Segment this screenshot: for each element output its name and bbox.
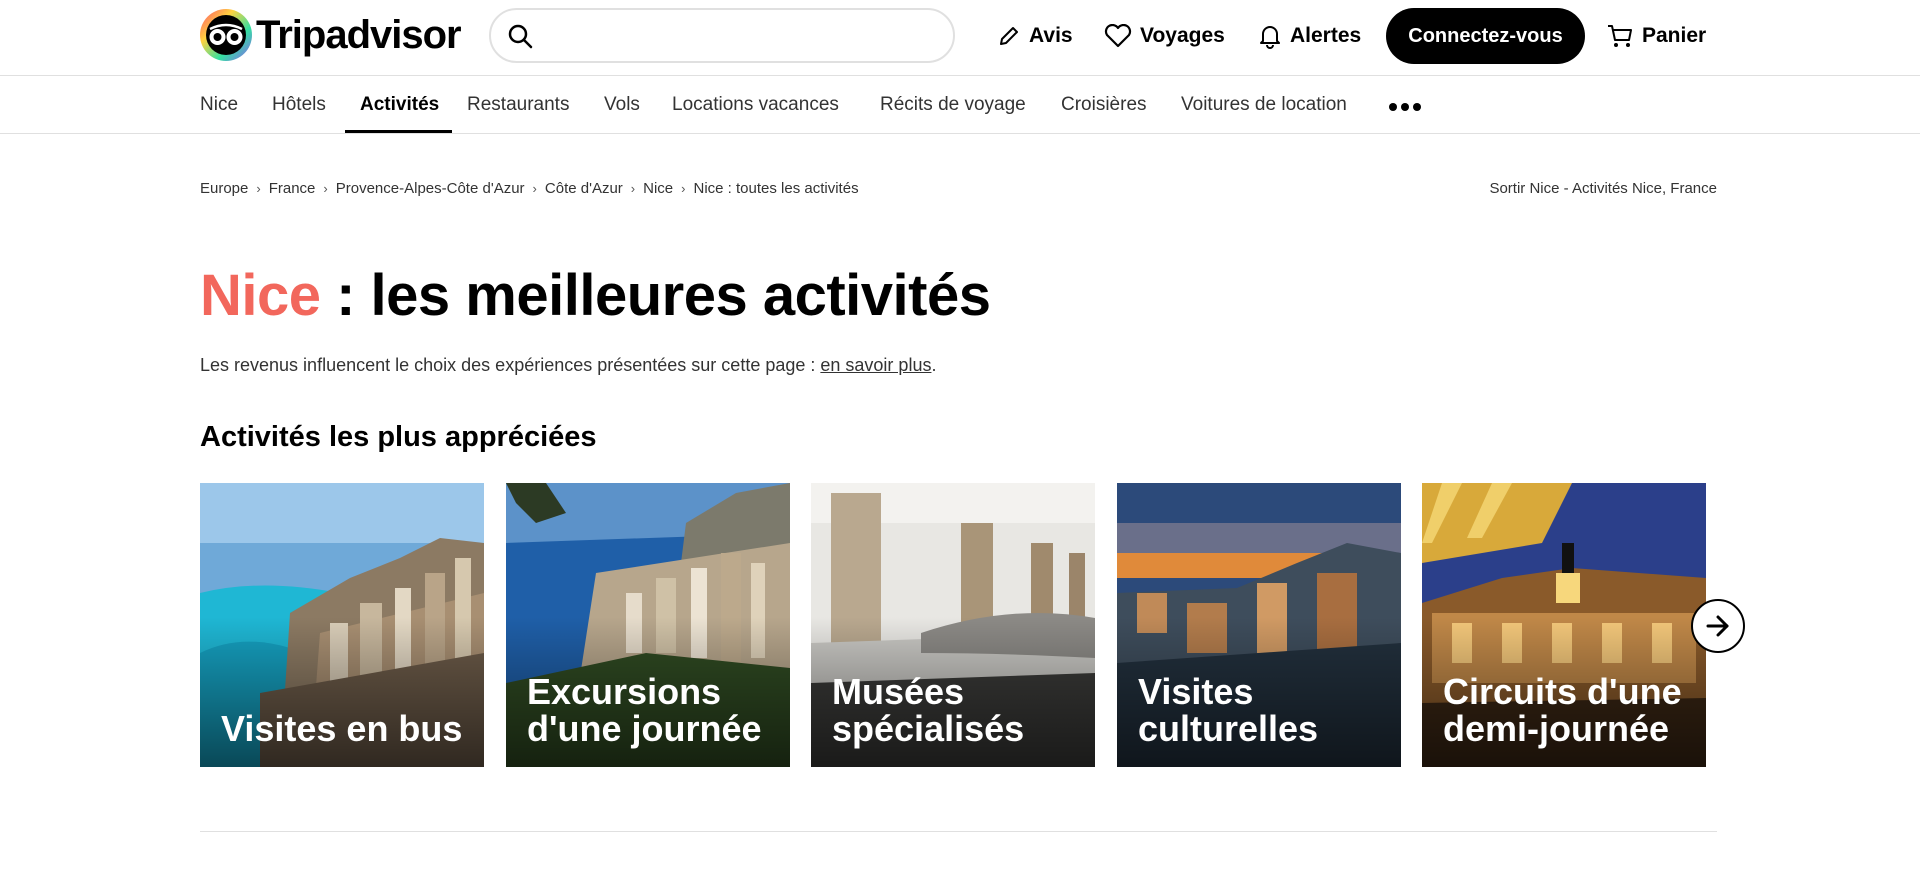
- tab-recits-de-voyage[interactable]: Récits de voyage: [880, 77, 1026, 133]
- nav-voyages[interactable]: Voyages: [1104, 0, 1225, 72]
- nav-alertes[interactable]: Alertes: [1258, 0, 1361, 72]
- nav-avis[interactable]: Avis: [997, 0, 1073, 72]
- chevron-right-icon: ›: [630, 181, 636, 196]
- tab-locations-vacances[interactable]: Locations vacances: [672, 77, 839, 133]
- tab-croisieres[interactable]: Croisières: [1061, 77, 1147, 133]
- more-icon[interactable]: [1389, 103, 1421, 111]
- tripadvisor-logo-icon: [200, 9, 252, 61]
- revenue-disclaimer: Les revenus influencent le choix des exp…: [200, 355, 936, 376]
- breadcrumb: Europe › France › Provence-Alpes-Côte d'…: [200, 180, 859, 197]
- search-icon: [508, 24, 533, 48]
- disclaimer-text: Les revenus influencent le choix des exp…: [200, 355, 821, 375]
- page-title-city: Nice: [200, 263, 321, 328]
- section-divider: [200, 831, 1717, 832]
- tab-nice[interactable]: Nice: [200, 77, 238, 133]
- category-card[interactable]: Circuits d'une demi-journée: [1422, 483, 1706, 767]
- breadcrumb-paca[interactable]: Provence-Alpes-Côte d'Azur: [336, 180, 525, 197]
- search-input[interactable]: [543, 24, 953, 47]
- heart-icon: [1104, 24, 1132, 48]
- arrow-right-icon: [1706, 615, 1729, 637]
- chevron-right-icon: ›: [323, 181, 328, 196]
- tab-hotels[interactable]: Hôtels: [272, 77, 326, 133]
- page-title-rest: : les meilleures activités: [320, 263, 991, 328]
- logo-text: Tripadvisor: [256, 12, 462, 57]
- page-title: Nice : les meilleures activités: [200, 262, 991, 329]
- breadcrumb-france[interactable]: France: [269, 180, 316, 197]
- nav-panier-label: Panier: [1642, 24, 1707, 47]
- carousel-next-button[interactable]: [1691, 599, 1745, 653]
- breadcrumb-current: Nice : toutes les activités: [693, 180, 859, 197]
- category-card[interactable]: Visites en bus: [200, 483, 484, 767]
- search-bar[interactable]: [489, 8, 955, 63]
- page-subtitle: Sortir Nice - Activités Nice, France: [1489, 180, 1717, 197]
- category-card[interactable]: Excursions d'une journée: [506, 483, 790, 767]
- card-label: Visites en bus: [221, 708, 463, 749]
- active-tab-indicator: [345, 130, 452, 133]
- disclaimer-end: .: [931, 355, 937, 375]
- learn-more-link[interactable]: en savoir plus: [820, 355, 931, 375]
- breadcrumb-nice[interactable]: Nice: [643, 180, 673, 197]
- category-nav: Nice Hôtels Activités Restaurants Vols L…: [0, 77, 1920, 134]
- chevron-right-icon: ›: [681, 181, 686, 196]
- section-title: Activités les plus appréciées: [200, 421, 597, 453]
- top-header: Tripadvisor Avis Voyages Alertes Connect…: [0, 0, 1920, 76]
- nav-panier[interactable]: Panier: [1606, 0, 1706, 72]
- card-label: Visites culturelles: [1138, 671, 1319, 749]
- login-button[interactable]: Connectez-vous: [1386, 8, 1585, 64]
- pencil-icon: [1000, 27, 1018, 45]
- card-label: Musées spécialisés: [832, 671, 1025, 749]
- breadcrumb-europe[interactable]: Europe: [200, 180, 248, 197]
- nav-avis-label: Avis: [1029, 24, 1073, 47]
- tab-voitures-de-location[interactable]: Voitures de location: [1181, 77, 1347, 133]
- nav-voyages-label: Voyages: [1140, 24, 1225, 47]
- nav-alertes-label: Alertes: [1290, 24, 1362, 47]
- bell-icon: [1260, 26, 1280, 49]
- breadcrumb-cote-azur[interactable]: Côte d'Azur: [545, 180, 623, 197]
- chevron-right-icon: ›: [256, 181, 261, 196]
- tripadvisor-logo[interactable]: Tripadvisor: [200, 9, 462, 61]
- chevron-right-icon: ›: [532, 181, 537, 196]
- card-label: Circuits d'une demi-journée: [1443, 671, 1682, 749]
- card-label: Excursions d'une journée: [527, 671, 762, 749]
- tab-restaurants[interactable]: Restaurants: [467, 77, 569, 133]
- category-card[interactable]: Visites culturelles: [1117, 483, 1401, 767]
- tab-activites[interactable]: Activités: [360, 77, 439, 133]
- category-card[interactable]: Musées spécialisés: [811, 483, 1095, 767]
- tab-vols[interactable]: Vols: [604, 77, 640, 133]
- cart-icon: [1608, 25, 1632, 47]
